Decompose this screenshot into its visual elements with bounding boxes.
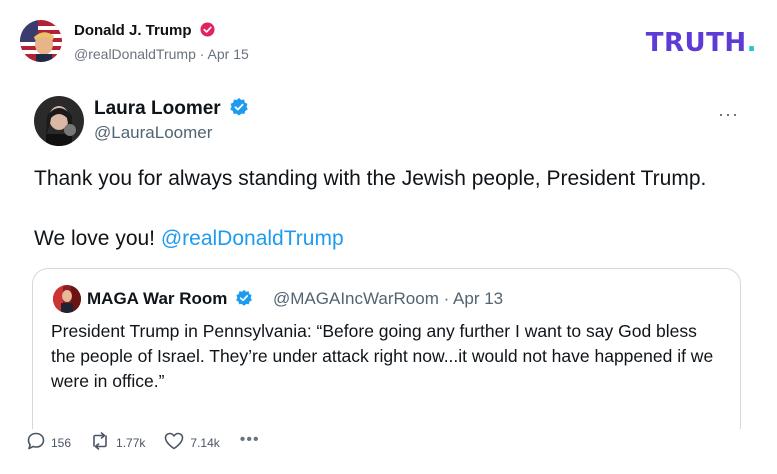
truth-logo[interactable]: TRUTH. <box>646 28 757 58</box>
verified-badge-icon <box>235 289 253 312</box>
meta-separator: · <box>195 46 208 62</box>
brand-dot: . <box>746 28 757 58</box>
like-icon <box>163 431 185 456</box>
retruth-count: 1.77k <box>116 436 146 450</box>
more-icon[interactable]: ••• <box>240 431 260 449</box>
mention-link: @realDonaldTrump <box>160 227 344 250</box>
author-name[interactable]: Donald J. Trump <box>74 22 192 39</box>
post-actions: 156 1.77k 7.14k ••• <box>26 430 260 456</box>
like-button[interactable]: 7.14k <box>163 431 220 456</box>
retruth-icon <box>89 431 111 456</box>
reply-button[interactable]: 156 <box>26 431 71 456</box>
post-header: Donald J. Trump @realDonaldTrump · Apr 1… <box>20 18 757 68</box>
verified-badge-icon <box>200 22 215 41</box>
more-options-icon: ··· <box>718 104 739 124</box>
tweet-text-prefix: We love you! <box>34 227 161 250</box>
tweet-text-line2: We love you! @realDonaldTrump <box>34 227 344 251</box>
author-handle[interactable]: @realDonaldTrump <box>74 46 196 62</box>
author-meta: @realDonaldTrump · Apr 15 <box>74 46 249 62</box>
brand-text: TRUTH <box>645 28 747 58</box>
tweet-author-name: Laura Loomer <box>94 98 221 119</box>
quoted-author-avatar <box>53 285 81 313</box>
quoted-author-handle: @MAGAIncWarRoom <box>273 289 439 308</box>
author-name-row[interactable]: Donald J. Trump <box>74 22 215 41</box>
reply-count: 156 <box>51 436 72 450</box>
verified-badge-icon <box>229 97 249 123</box>
quoted-author-name: MAGA War Room <box>87 289 228 308</box>
retruth-button[interactable]: 1.77k <box>89 431 145 456</box>
post-date[interactable]: Apr 15 <box>208 46 249 62</box>
tweet-author-name-row: Laura Loomer <box>94 97 249 123</box>
tweet-author-avatar <box>34 96 84 146</box>
quoted-author-name-row: MAGA War Room <box>87 289 253 312</box>
embedded-tweet: Laura Loomer @LauraLoomer ··· Thank you … <box>20 82 757 429</box>
tweet-text-line1: Thank you for always standing with the J… <box>34 167 707 190</box>
quoted-date: Apr 13 <box>453 289 504 308</box>
author-avatar[interactable] <box>20 20 62 62</box>
quoted-author-meta: @MAGAIncWarRoom · Apr 13 <box>273 289 503 309</box>
quoted-tweet-text: President Trump in Pennsylvania: “Before… <box>51 321 714 391</box>
quoted-separator: · <box>438 289 454 308</box>
like-count: 7.14k <box>190 436 220 450</box>
quoted-tweet: MAGA War Room @MAGAIncWarRoom · Apr 13 P… <box>32 268 741 429</box>
reply-icon <box>26 431 46 456</box>
tweet-author-handle: @LauraLoomer <box>94 123 213 142</box>
